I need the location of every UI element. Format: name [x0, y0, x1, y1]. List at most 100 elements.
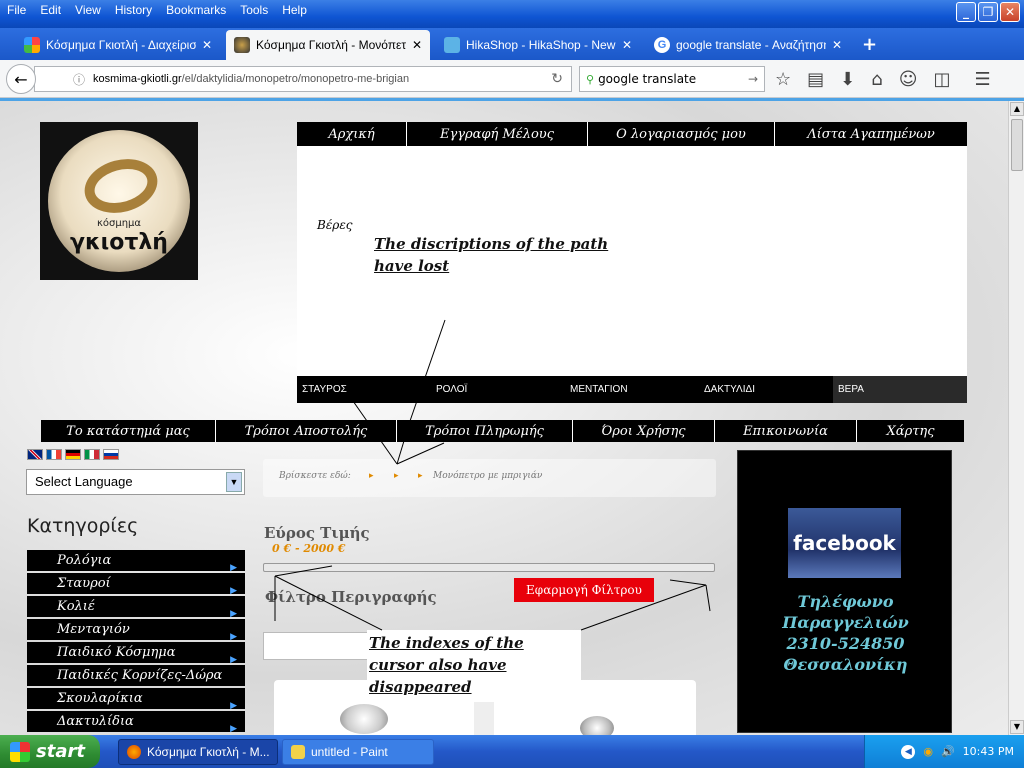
category-item[interactable]: Μενταγιόν ▶ — [27, 619, 245, 642]
top-menu-home[interactable]: Αρχική — [297, 122, 407, 146]
uk-flag-icon[interactable] — [27, 449, 43, 460]
category-label: Παιδικές Κορνίζες-Δώρα — [57, 668, 223, 683]
tab-product[interactable]: Κόσμημα Γκιοτλή - Μονόπετρ... ✕ — [226, 30, 431, 60]
taskbar: start Κόσμημα Γκιοτλή - Μ... untitled - … — [0, 735, 1024, 768]
mid-menu-terms[interactable]: Όροι Χρήσης — [573, 420, 715, 442]
start-button[interactable]: start — [0, 735, 100, 768]
url-bar[interactable]: ⓘ kosmima-gkiotli.gr/el/daktylidia/monop… — [34, 66, 572, 92]
catbar-metagion[interactable]: ΜΕΝΤΑΓΙΟΝ — [570, 384, 628, 395]
tab-close-icon[interactable]: ✕ — [412, 38, 422, 52]
breadcrumb-separator-icon: ▸ — [394, 471, 399, 481]
reading-list-icon[interactable]: ▤ — [807, 69, 824, 90]
tab-google[interactable]: G google translate - Αναζήτηση ... ✕ — [646, 30, 850, 60]
ring-image[interactable] — [340, 704, 388, 734]
mid-menu-contact[interactable]: Επικοινωνία — [715, 420, 857, 442]
mid-menu-payment[interactable]: Τρόποι Πληρωμής — [397, 420, 573, 442]
menu-bookmarks[interactable]: Bookmarks — [159, 0, 233, 22]
menu-help[interactable]: Help — [275, 0, 314, 22]
category-item[interactable]: Δακτυλίδια ▶ — [27, 711, 245, 734]
task-label: Κόσμημα Γκιοτλή - Μ... — [147, 745, 270, 759]
search-go-icon[interactable]: → — [748, 72, 758, 86]
top-menu-wishlist[interactable]: Λίστα Αγαπημένων — [775, 122, 967, 146]
breadcrumb-separator-icon: ▸ — [418, 471, 423, 481]
scroll-thumb[interactable] — [1011, 119, 1023, 171]
reload-icon[interactable]: ↻ — [551, 71, 563, 87]
bookmark-star-icon[interactable]: ☆ — [775, 69, 791, 90]
contact-info: Τηλέφωνο Παραγγελιών 2310-524850 Θεσσαλο… — [738, 591, 953, 675]
france-flag-icon[interactable] — [46, 449, 62, 460]
tab-close-icon[interactable]: ✕ — [832, 38, 842, 52]
mid-menu-store[interactable]: Το κατάστημά μας — [41, 420, 216, 442]
new-tab-button[interactable]: + — [862, 34, 877, 55]
site-favicon-icon — [234, 37, 250, 53]
info-icon[interactable]: ⓘ — [73, 71, 85, 88]
category-item[interactable]: Παιδικές Κορνίζες-Δώρα — [27, 665, 245, 686]
catbar-stavros[interactable]: ΣΤΑΥΡΟΣ — [302, 384, 347, 395]
category-list: Ρολόγια ▶ Σταυροί ▶ Κολιέ ▶ Μενταγιόν ▶ Παιδ… — [27, 550, 245, 734]
russia-flag-icon[interactable] — [103, 449, 119, 460]
tab-hikashop[interactable]: HikaShop - HikaShop - New T... ✕ — [436, 30, 640, 60]
category-label: Παιδικό Κόσμημα — [57, 645, 176, 660]
germany-flag-icon[interactable] — [65, 449, 81, 460]
search-input[interactable]: google translate — [598, 72, 696, 86]
apply-filter-button[interactable]: Εφαρμογή Φίλτρου — [514, 578, 654, 602]
category-item[interactable]: Κολιέ ▶ — [27, 596, 245, 619]
windows-logo-icon — [10, 741, 30, 762]
price-slider[interactable] — [263, 563, 715, 572]
logo-text-big: γκιοτλή — [70, 230, 168, 255]
language-flags — [27, 449, 119, 460]
site-logo[interactable]: κόσμημα γκιοτλή — [40, 122, 198, 280]
ring-image[interactable] — [580, 716, 614, 735]
description-filter-input[interactable] — [263, 632, 383, 660]
minimize-button[interactable]: _ — [956, 2, 976, 22]
menu-history[interactable]: History — [108, 0, 159, 22]
tab-close-icon[interactable]: ✕ — [622, 38, 632, 52]
catbar-roloi[interactable]: ΡΟΛΟΪ — [436, 384, 467, 395]
task-paint[interactable]: untitled - Paint — [282, 739, 434, 765]
mid-menu-map[interactable]: Χάρτης — [857, 420, 964, 442]
home-icon[interactable]: ⌂ — [871, 69, 882, 90]
top-menu-account[interactable]: Ο λογαριασμός μου — [588, 122, 775, 146]
close-button[interactable]: ✕ — [1000, 2, 1020, 22]
download-icon[interactable]: ⬇ — [840, 69, 855, 90]
vertical-scrollbar[interactable]: ▲ ▼ — [1008, 101, 1024, 735]
category-label: Μενταγιόν — [57, 622, 130, 637]
search-box[interactable]: ⚲ google translate → — [579, 66, 765, 92]
category-item[interactable]: Σταυροί ▶ — [27, 573, 245, 596]
volume-icon[interactable]: 🔊 — [941, 745, 955, 758]
pocket-icon[interactable]: ◫ — [933, 69, 950, 90]
maximize-button[interactable]: ❐ — [978, 2, 998, 22]
description-filter-title: Φίλτρο Περιγραφής — [265, 588, 437, 606]
search-engine-icon: ⚲ — [586, 72, 595, 86]
smiley-icon[interactable]: ☺ — [899, 69, 918, 90]
top-menu-register[interactable]: Εγγραφή Μέλους — [407, 122, 588, 146]
menu-view[interactable]: View — [68, 0, 108, 22]
catbar-vera[interactable]: ΒΕΡΑ — [838, 384, 864, 395]
menu-file[interactable]: File — [0, 0, 33, 22]
scroll-down-icon[interactable]: ▼ — [1010, 720, 1024, 734]
facebook-logo[interactable]: facebook — [788, 508, 901, 578]
annotation-line — [669, 579, 707, 586]
category-label: Κολιέ — [57, 599, 95, 614]
paint-icon — [291, 745, 305, 759]
category-item[interactable]: Ρολόγια ▶ — [27, 550, 245, 573]
hamburger-menu-icon[interactable]: ☰ — [974, 69, 990, 90]
catbar-daktylidi[interactable]: ΔΑΚΤΥΛΙΔΙ — [704, 384, 755, 395]
chevron-down-icon[interactable]: ▼ — [226, 472, 242, 492]
menu-tools[interactable]: Tools — [233, 0, 275, 22]
scroll-up-icon[interactable]: ▲ — [1010, 102, 1024, 116]
language-select[interactable]: Select Language ▼ — [26, 469, 245, 495]
tab-close-icon[interactable]: ✕ — [202, 38, 212, 52]
back-button[interactable]: ← — [6, 64, 36, 94]
category-item[interactable]: Σκουλαρίκια ▶ — [27, 688, 245, 711]
tab-admin[interactable]: Κόσμημα Γκιοτλή - Διαχείριση ... ✕ — [16, 30, 220, 60]
category-item[interactable]: Παιδικό Κόσμημα ▶ — [27, 642, 245, 665]
task-firefox[interactable]: Κόσμημα Γκιοτλή - Μ... — [118, 739, 278, 765]
menu-edit[interactable]: Edit — [33, 0, 68, 22]
tab-label: Κόσμημα Γκιοτλή - Μονόπετρ... — [256, 38, 406, 52]
italy-flag-icon[interactable] — [84, 449, 100, 460]
mid-menu-shipping[interactable]: Τρόποι Αποστολής — [216, 420, 397, 442]
tray-app-icon[interactable]: ◉ — [923, 745, 933, 758]
tray-back-icon[interactable]: ◀ — [901, 744, 916, 759]
contact-phone: 2310-524850 — [786, 634, 905, 653]
